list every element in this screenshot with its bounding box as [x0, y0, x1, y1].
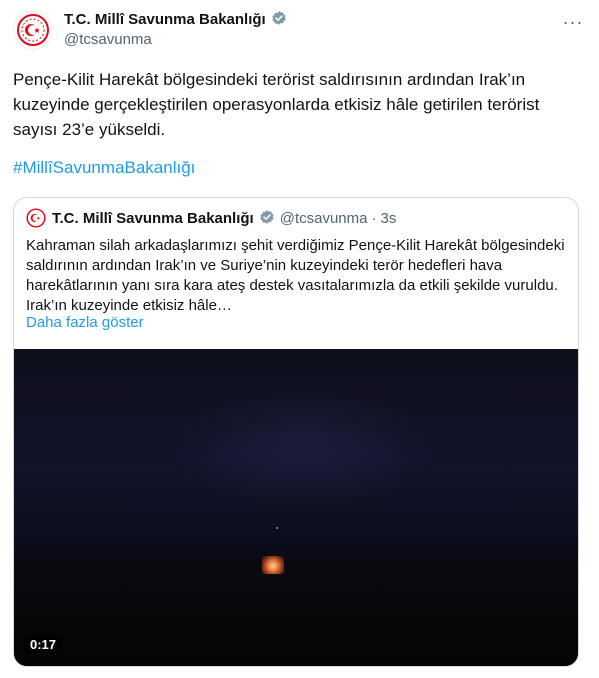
video-spark — [276, 527, 278, 529]
author-row: T.C. Millî Savunma Bakanlığı — [64, 10, 288, 28]
verified-badge-icon — [260, 210, 274, 224]
video-fire-glow — [262, 556, 284, 574]
video-timecode: 0:17 — [24, 635, 63, 654]
quote-text: Kahraman silah arkadaşlarımızı şehit ver… — [26, 237, 565, 314]
author-handle[interactable]: @tcsavunma — [64, 31, 152, 48]
quote-author-name: T.C. Millî Savunma Bakanlığı — [52, 209, 254, 227]
ministry-emblem-icon — [26, 208, 46, 228]
avatar[interactable] — [13, 10, 53, 50]
author-name[interactable]: T.C. Millî Savunma Bakanlığı — [64, 11, 266, 28]
tweet: T.C. Millî Savunma Bakanlığı @tcsavunma … — [0, 0, 599, 678]
quote-avatar — [26, 208, 46, 228]
tweet-text: Pençe-Kilit Harekât bölgesindeki teröris… — [13, 70, 540, 139]
video-ground — [14, 534, 578, 666]
separator-dot: · — [371, 209, 377, 227]
quote-timestamp[interactable]: 3s — [380, 210, 396, 227]
more-icon[interactable]: ··· — [561, 10, 585, 34]
verified-badge-icon — [272, 11, 286, 25]
video-player[interactable]: 0:17 — [14, 349, 578, 666]
video-sky — [164, 389, 444, 509]
ministry-emblem-icon — [17, 14, 49, 46]
hashtag-link[interactable]: #MillîSavunmaBakanlığı — [13, 158, 195, 178]
quoted-tweet[interactable]: T.C. Millî Savunma Bakanlığı @tcsavunma … — [13, 197, 579, 667]
show-more-link[interactable]: Daha fazla göster — [26, 314, 144, 331]
quote-author-handle: @tcsavunma — [279, 209, 368, 227]
quote-header: T.C. Millî Savunma Bakanlığı @tcsavunma … — [52, 209, 396, 227]
